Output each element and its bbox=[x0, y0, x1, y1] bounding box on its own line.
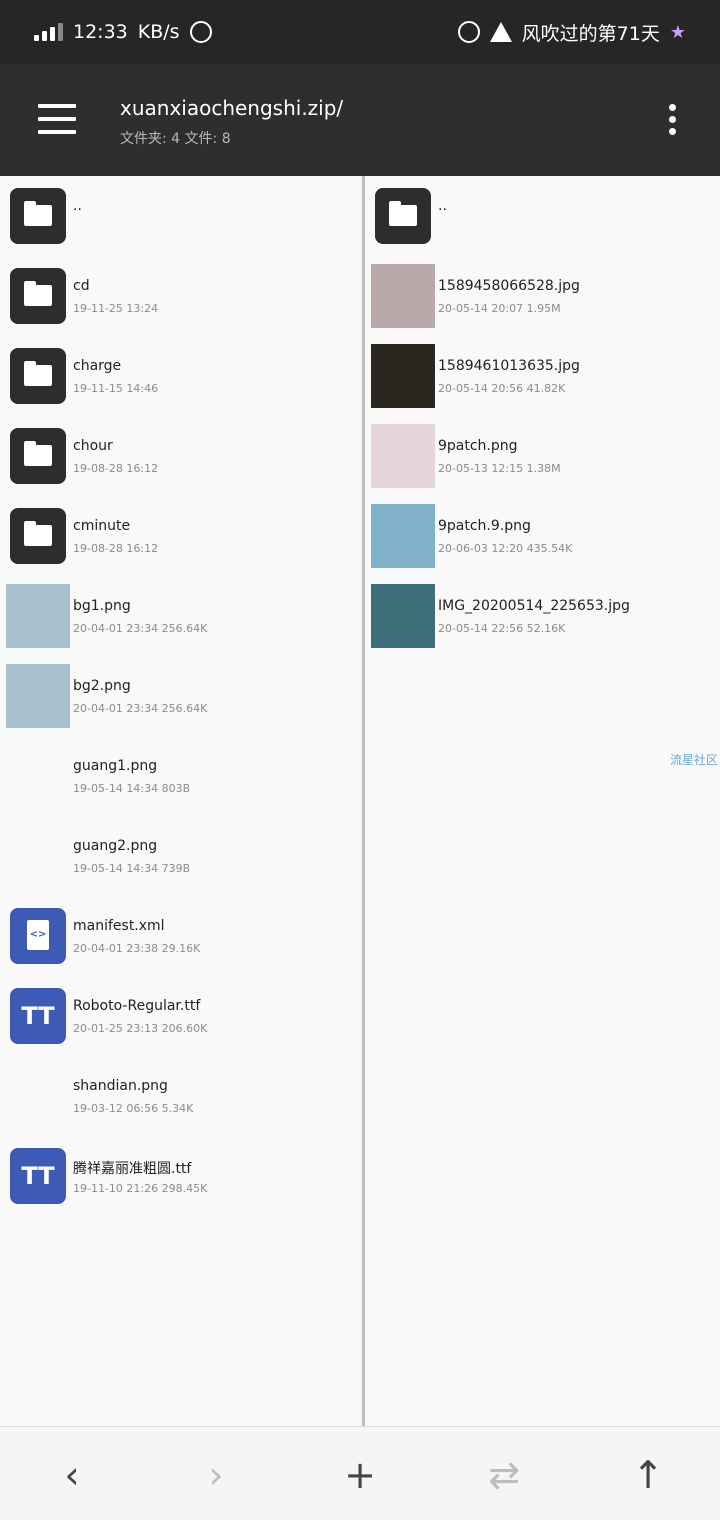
folder-icon bbox=[10, 268, 66, 324]
file-meta: 19-11-10 21:26 298.45K bbox=[73, 1182, 208, 1195]
file-name: 1589461013635.jpg bbox=[438, 358, 580, 374]
file-name: shandian.png bbox=[73, 1078, 168, 1094]
left-file-pane[interactable]: .. cd 19-11-25 13:24 charge 19-11-15 14:46 ch… bbox=[0, 176, 360, 1426]
image-thumbnail bbox=[371, 424, 435, 488]
file-name: IMG_20200514_225653.jpg bbox=[438, 598, 630, 614]
status-custom-text: 风吹过的第71天 bbox=[521, 22, 660, 45]
file-meta: 20-06-03 12:20 435.54K bbox=[438, 542, 573, 555]
font-file-icon: TT bbox=[10, 988, 66, 1044]
image-thumbnail bbox=[371, 504, 435, 568]
blank-thumbnail bbox=[10, 748, 66, 804]
file-meta: 20-05-14 20:56 41.82K bbox=[438, 382, 566, 395]
file-row[interactable]: bg1.png 20-04-01 23:34 256.64K bbox=[0, 576, 360, 656]
file-meta: 20-01-25 23:13 206.60K bbox=[73, 1022, 208, 1035]
folder-icon bbox=[10, 348, 66, 404]
file-meta: 20-04-01 23:38 29.16K bbox=[73, 942, 201, 955]
up-directory-button[interactable]: ↑ bbox=[620, 1447, 676, 1503]
file-meta: 20-05-14 22:56 52.16K bbox=[438, 622, 566, 635]
file-row[interactable]: guang1.png 19-05-14 14:34 803B bbox=[0, 736, 360, 816]
file-row[interactable]: .. bbox=[365, 176, 720, 256]
file-row[interactable]: 1589458066528.jpg 20-05-14 20:07 1.95M bbox=[365, 256, 720, 336]
file-name: 1589458066528.jpg bbox=[438, 278, 580, 294]
file-row[interactable]: guang2.png 19-05-14 14:34 739B bbox=[0, 816, 360, 896]
image-thumbnail bbox=[371, 264, 435, 328]
folder-icon bbox=[375, 188, 431, 244]
file-row[interactable]: 1589461013635.jpg 20-05-14 20:56 41.82K bbox=[365, 336, 720, 416]
app-toolbar: xuanxiaochengshi.zip/ 文件夹: 4 文件: 8 bbox=[0, 64, 720, 176]
file-row[interactable]: charge 19-11-15 14:46 bbox=[0, 336, 360, 416]
code-file-icon bbox=[10, 908, 66, 964]
file-name: guang2.png bbox=[73, 838, 158, 854]
file-meta: 20-05-14 20:07 1.95M bbox=[438, 302, 561, 315]
file-row[interactable]: TT 腾祥嘉丽准粗圆.ttf 19-11-10 21:26 298.45K bbox=[0, 1136, 360, 1216]
stars-icon: ★ bbox=[669, 21, 686, 43]
file-meta: 19-05-14 14:34 739B bbox=[73, 862, 191, 875]
back-button[interactable]: ‹ bbox=[44, 1447, 100, 1503]
alarm-icon bbox=[457, 21, 480, 43]
file-meta: 19-08-28 16:12 bbox=[73, 462, 159, 475]
file-name: charge bbox=[73, 358, 122, 374]
image-thumbnail bbox=[371, 584, 435, 648]
file-row[interactable]: cd 19-11-25 13:24 bbox=[0, 256, 360, 336]
file-name: bg1.png bbox=[73, 598, 131, 614]
add-button[interactable]: + bbox=[332, 1447, 388, 1503]
forward-button[interactable]: › bbox=[188, 1447, 244, 1503]
file-row[interactable]: TT Roboto-Regular.ttf 20-01-25 23:13 206.6… bbox=[0, 976, 360, 1056]
file-name: manifest.xml bbox=[73, 918, 165, 934]
menu-icon[interactable] bbox=[38, 104, 76, 134]
file-meta: 19-11-25 13:24 bbox=[73, 302, 159, 315]
right-file-pane[interactable]: 流星社区 .. 1589458066528.jpg 20-05-14 20:07 1… bbox=[362, 176, 720, 1426]
file-name: chour bbox=[73, 438, 113, 454]
file-name: 9patch.9.png bbox=[438, 518, 531, 534]
status-speed: KB/s bbox=[137, 21, 180, 43]
file-meta: 19-11-15 14:46 bbox=[73, 382, 159, 395]
file-name: Roboto-Regular.ttf bbox=[73, 998, 201, 1014]
file-row[interactable]: manifest.xml 20-04-01 23:38 29.16K bbox=[0, 896, 360, 976]
file-row[interactable]: 9patch.9.png 20-06-03 12:20 435.54K bbox=[365, 496, 720, 576]
file-name: bg2.png bbox=[73, 678, 131, 694]
item-counts: 文件夹: 4 文件: 8 bbox=[120, 131, 231, 147]
bottom-navigation-bar: ‹ › + ⇄ ↑ bbox=[0, 1426, 720, 1520]
file-name: cminute bbox=[73, 518, 131, 534]
image-thumbnail bbox=[6, 584, 70, 648]
file-meta: 19-08-28 16:12 bbox=[73, 542, 159, 555]
file-row[interactable]: bg2.png 20-04-01 23:34 256.64K bbox=[0, 656, 360, 736]
watermark: 流星社区 bbox=[669, 753, 718, 767]
network-speed-icon bbox=[189, 21, 212, 43]
file-meta: 20-05-13 12:15 1.38M bbox=[438, 462, 561, 475]
font-file-icon: TT bbox=[10, 1148, 66, 1204]
image-thumbnail bbox=[6, 664, 70, 728]
file-meta: 19-05-14 14:34 803B bbox=[73, 782, 191, 795]
file-name: .. bbox=[438, 198, 447, 214]
status-bar: 12:33 KB/s 风吹过的第71天 ★ bbox=[0, 0, 720, 64]
blank-thumbnail bbox=[10, 1068, 66, 1124]
blank-thumbnail bbox=[10, 828, 66, 884]
file-meta: 20-04-01 23:34 256.64K bbox=[73, 622, 208, 635]
file-name: .. bbox=[73, 198, 82, 214]
file-name: cd bbox=[73, 278, 90, 294]
file-row[interactable]: chour 19-08-28 16:12 bbox=[0, 416, 360, 496]
file-row[interactable]: 9patch.png 20-05-13 12:15 1.38M bbox=[365, 416, 720, 496]
folder-icon bbox=[10, 428, 66, 484]
file-row[interactable]: IMG_20200514_225653.jpg 20-05-14 22:56 52… bbox=[365, 576, 720, 656]
more-options-icon[interactable] bbox=[664, 104, 680, 140]
file-name: 9patch.png bbox=[438, 438, 518, 454]
signal-icon bbox=[34, 23, 63, 41]
file-name: guang1.png bbox=[73, 758, 158, 774]
current-path: xuanxiaochengshi.zip/ bbox=[120, 96, 344, 120]
folder-icon bbox=[10, 508, 66, 564]
file-meta: 20-04-01 23:34 256.64K bbox=[73, 702, 208, 715]
warning-icon bbox=[489, 22, 512, 42]
swap-panes-button[interactable]: ⇄ bbox=[476, 1447, 532, 1503]
status-time: 12:33 bbox=[73, 21, 128, 43]
file-row[interactable]: .. bbox=[0, 176, 360, 256]
file-row[interactable]: shandian.png 19-03-12 06:56 5.34K bbox=[0, 1056, 360, 1136]
file-meta: 19-03-12 06:56 5.34K bbox=[73, 1102, 194, 1115]
image-thumbnail bbox=[371, 344, 435, 408]
folder-icon bbox=[10, 188, 66, 244]
file-row[interactable]: cminute 19-08-28 16:12 bbox=[0, 496, 360, 576]
file-name: 腾祥嘉丽准粗圆.ttf bbox=[73, 1161, 192, 1177]
